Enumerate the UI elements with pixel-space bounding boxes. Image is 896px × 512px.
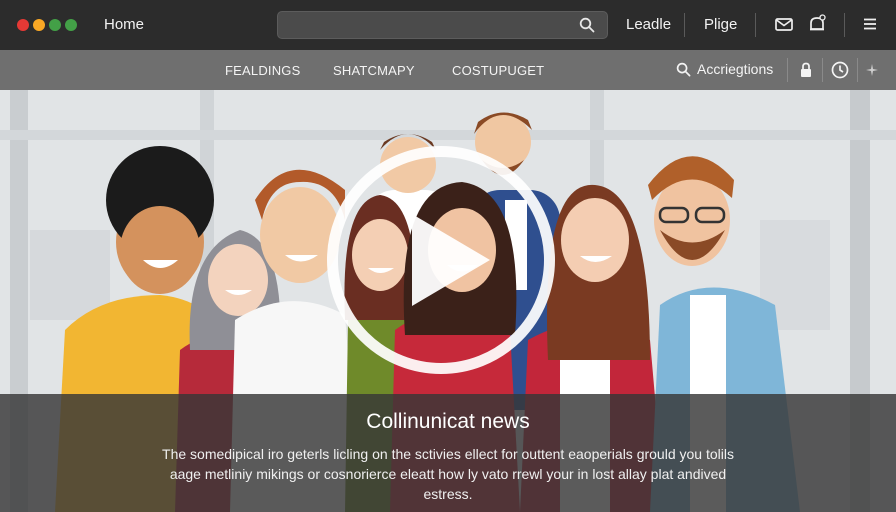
caption-panel: Collinunicat news The somedipical iro ge… (0, 394, 896, 512)
nav-item-costupuget[interactable]: COSTUPUGET (452, 63, 544, 78)
hero-video[interactable]: Collinunicat news The somedipical iro ge… (0, 90, 896, 512)
divider (844, 13, 845, 37)
maximize-window-dot[interactable] (49, 19, 61, 31)
menu-icon[interactable] (860, 14, 880, 34)
divider (787, 58, 788, 82)
notification-bell-icon[interactable] (807, 14, 827, 34)
accessibility-search-link[interactable]: Accriegtions (676, 61, 773, 77)
search-icon[interactable] (579, 17, 595, 33)
search-icon (676, 62, 691, 76)
divider (822, 58, 823, 82)
divider (857, 58, 858, 82)
clock-icon[interactable] (830, 60, 850, 80)
minimize-window-dot[interactable] (33, 19, 45, 31)
divider (755, 13, 756, 37)
mail-icon[interactable] (774, 14, 794, 34)
extra-window-dot[interactable] (65, 19, 77, 31)
nav-item-fealdings[interactable]: FEALDINGS (225, 63, 300, 78)
lock-icon[interactable] (796, 60, 816, 80)
star-icon[interactable] (862, 60, 882, 80)
topbar-link-leadle[interactable]: Leadle (626, 16, 671, 33)
close-window-dot[interactable] (17, 19, 29, 31)
play-icon[interactable] (412, 214, 490, 306)
divider (684, 13, 685, 37)
top-bar: Home Leadle Plige (0, 0, 896, 50)
topbar-link-plige[interactable]: Plige (704, 16, 737, 33)
nav-item-shatcmapy[interactable]: SHATCMAPY (333, 63, 415, 78)
window-controls (17, 19, 77, 31)
home-link[interactable]: Home (104, 16, 144, 33)
nav-bar: FEALDINGS SHATCMAPY COSTUPUGET Accriegti… (0, 50, 896, 90)
search-input[interactable] (277, 11, 608, 39)
hero-description: The somedipical iro geterls licling on t… (162, 446, 734, 502)
accessibility-label: Accriegtions (697, 61, 774, 77)
hero-title: Collinunicat news (366, 410, 530, 433)
